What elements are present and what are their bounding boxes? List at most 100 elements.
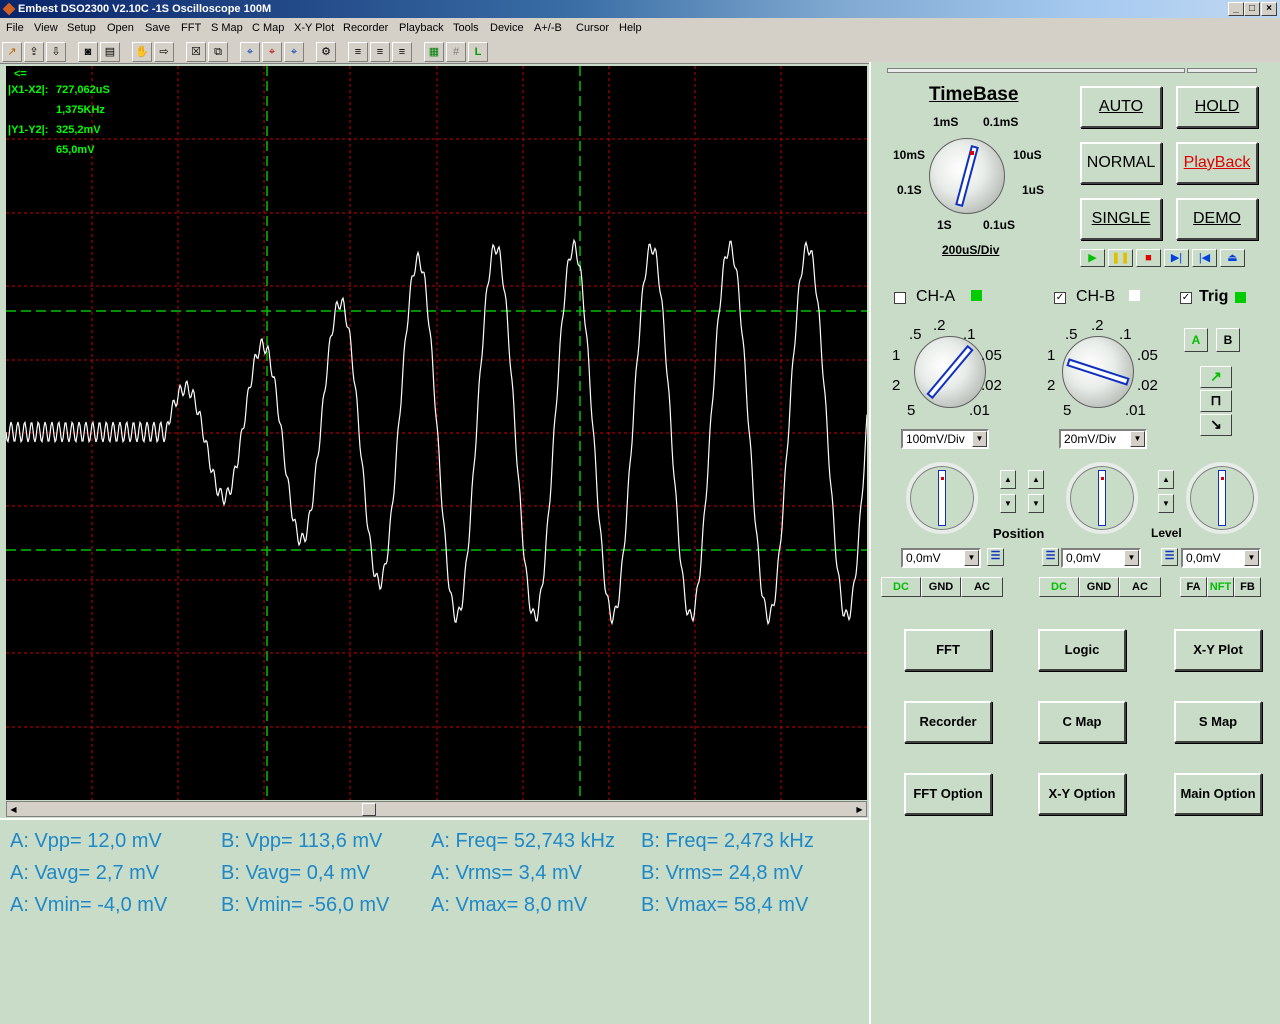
toolbar-align-left-icon[interactable]: ≡ <box>348 42 368 62</box>
toolbar-logic-icon[interactable]: L <box>468 42 488 62</box>
chb-position-select[interactable]: 0,0mV ▼ <box>1061 548 1141 568</box>
toolbar-align-center-icon[interactable]: ≡ <box>370 42 390 62</box>
maximize-button[interactable]: □ <box>1244 2 1260 16</box>
menu-save[interactable]: Save <box>145 18 170 38</box>
trig-nft-button[interactable]: NFT <box>1207 577 1234 597</box>
chevron-down-icon[interactable]: ▼ <box>1124 550 1139 566</box>
xy-option-button[interactable]: X-Y Option <box>1038 773 1126 815</box>
demo-button[interactable]: DEMO <box>1176 198 1258 240</box>
scroll-left-icon[interactable]: ◀ <box>7 803 20 816</box>
recorder-button[interactable]: Recorder <box>904 701 992 743</box>
toolbar-grid-icon[interactable]: ▦ <box>424 42 444 62</box>
close-button[interactable]: × <box>1261 2 1277 16</box>
normal-button[interactable]: NORMAL <box>1080 142 1162 184</box>
toolbar-grid-hash-icon[interactable]: # <box>446 42 466 62</box>
toolbar-save-icon[interactable]: ⇩ <box>46 42 66 62</box>
menu-apb[interactable]: A+/-B <box>534 18 562 38</box>
cha-position-up-icon[interactable]: ▲ <box>1000 470 1016 489</box>
cha-position-down-icon[interactable]: ▼ <box>1000 494 1016 513</box>
chb-position-up-icon[interactable]: ▲ <box>1028 470 1044 489</box>
menu-view[interactable]: View <box>34 18 58 38</box>
eject-icon[interactable]: ⏏ <box>1220 249 1245 267</box>
trig-source-a-button[interactable]: A <box>1184 328 1208 352</box>
trig-fa-button[interactable]: FA <box>1180 577 1207 597</box>
menu-fft[interactable]: FFT <box>181 18 201 38</box>
toolbar-export-icon[interactable]: ⇨ <box>154 42 174 62</box>
toolbar-cursor-y-icon[interactable]: ⌖ <box>262 42 282 62</box>
chevron-down-icon[interactable]: ▼ <box>964 550 979 566</box>
trig-rising-edge-icon[interactable]: ↗ <box>1200 366 1232 388</box>
trig-level-select[interactable]: 0,0mV ▼ <box>1181 548 1261 568</box>
menu-open[interactable]: Open <box>107 18 134 38</box>
toolbar-settings-icon[interactable]: ⚙ <box>316 42 336 62</box>
menu-setup[interactable]: Setup <box>67 18 96 38</box>
cha-zero-icon[interactable]: ☰ <box>987 548 1004 566</box>
cha-coupling-ac[interactable]: AC <box>961 577 1003 597</box>
toolbar-align-right-icon[interactable]: ≡ <box>392 42 412 62</box>
trig-zero-icon[interactable]: ☰ <box>1161 548 1178 566</box>
menu-device[interactable]: Device <box>490 18 524 38</box>
toolbar-camera-icon[interactable]: ◙ <box>78 42 98 62</box>
oscilloscope-screen[interactable]: <= |X1-X2|: 727,062uS 1,375KHz |Y1-Y2|: … <box>6 66 867 800</box>
trig-pulse-icon[interactable]: ⊓ <box>1200 390 1232 412</box>
trig-falling-edge-icon[interactable]: ↘ <box>1200 414 1232 436</box>
trig-level-down-icon[interactable]: ▼ <box>1158 494 1174 513</box>
smap-button[interactable]: S Map <box>1174 701 1262 743</box>
toolbar-trend-icon[interactable]: ↗ <box>2 42 22 62</box>
menu-smap[interactable]: S Map <box>211 18 243 38</box>
menu-help[interactable]: Help <box>619 18 642 38</box>
menu-recorder[interactable]: Recorder <box>343 18 388 38</box>
chb-coupling-ac[interactable]: AC <box>1119 577 1161 597</box>
cha-checkbox[interactable] <box>894 292 906 304</box>
auto-button[interactable]: AUTO <box>1080 86 1162 128</box>
fft-option-button[interactable]: FFT Option <box>904 773 992 815</box>
chb-coupling-dc[interactable]: DC <box>1039 577 1079 597</box>
menu-tools[interactable]: Tools <box>453 18 479 38</box>
fft-button[interactable]: FFT <box>904 629 992 671</box>
trig-checkbox[interactable]: ✓ <box>1180 292 1192 304</box>
trig-source-b-button[interactable]: B <box>1216 328 1240 352</box>
hold-button[interactable]: HOLD <box>1176 86 1258 128</box>
toolbar-load-icon[interactable]: ⇪ <box>24 42 44 62</box>
toolbar-cursor-x-icon[interactable]: ⌖ <box>240 42 260 62</box>
chb-zero-icon[interactable]: ☰ <box>1042 548 1059 566</box>
horizontal-scrollbar[interactable]: ◀ ▶ <box>6 801 867 817</box>
cmap-button[interactable]: C Map <box>1038 701 1126 743</box>
toolbar-hand-icon[interactable]: ✋ <box>132 42 152 62</box>
trig-fb-button[interactable]: FB <box>1234 577 1261 597</box>
timebase-knob[interactable] <box>929 138 1005 214</box>
stop-icon[interactable]: ■ <box>1136 249 1161 267</box>
chb-checkbox[interactable]: ✓ <box>1054 292 1066 304</box>
chevron-down-icon[interactable]: ▼ <box>1130 431 1145 447</box>
scroll-right-icon[interactable]: ▶ <box>853 803 866 816</box>
chevron-down-icon[interactable]: ▼ <box>1244 550 1259 566</box>
chb-volts-select[interactable]: 20mV/Div ▼ <box>1059 429 1147 449</box>
chevron-down-icon[interactable]: ▼ <box>972 431 987 447</box>
cha-position-knob[interactable] <box>906 462 978 534</box>
cha-coupling-dc[interactable]: DC <box>881 577 921 597</box>
xy-plot-button[interactable]: X-Y Plot <box>1174 629 1262 671</box>
menu-xyplot[interactable]: X-Y Plot <box>294 18 334 38</box>
single-button[interactable]: SINGLE <box>1080 198 1162 240</box>
cha-coupling-gnd[interactable]: GND <box>921 577 961 597</box>
trig-level-up-icon[interactable]: ▲ <box>1158 470 1174 489</box>
cha-volts-select[interactable]: 100mV/Div ▼ <box>901 429 989 449</box>
chb-volts-knob[interactable] <box>1062 336 1134 408</box>
step-back-icon[interactable]: |◀ <box>1192 249 1217 267</box>
menu-cursor[interactable]: Cursor <box>576 18 609 38</box>
chb-position-down-icon[interactable]: ▼ <box>1028 494 1044 513</box>
main-option-button[interactable]: Main Option <box>1174 773 1262 815</box>
cha-position-select[interactable]: 0,0mV ▼ <box>901 548 981 568</box>
pause-icon[interactable]: ❚❚ <box>1108 249 1133 267</box>
scroll-thumb[interactable] <box>362 803 376 816</box>
chb-coupling-gnd[interactable]: GND <box>1079 577 1119 597</box>
trig-level-knob[interactable] <box>1186 462 1258 534</box>
menu-file[interactable]: File <box>6 18 24 38</box>
play-icon[interactable]: ▶ <box>1080 249 1105 267</box>
toolbar-cursor-xy-icon[interactable]: ⌖ <box>284 42 304 62</box>
step-forward-icon[interactable]: ▶| <box>1164 249 1189 267</box>
minimize-button[interactable]: _ <box>1228 2 1244 16</box>
toolbar-copy-icon[interactable]: ⧉ <box>208 42 228 62</box>
playback-button[interactable]: PlayBack <box>1176 142 1258 184</box>
menu-playback[interactable]: Playback <box>399 18 444 38</box>
